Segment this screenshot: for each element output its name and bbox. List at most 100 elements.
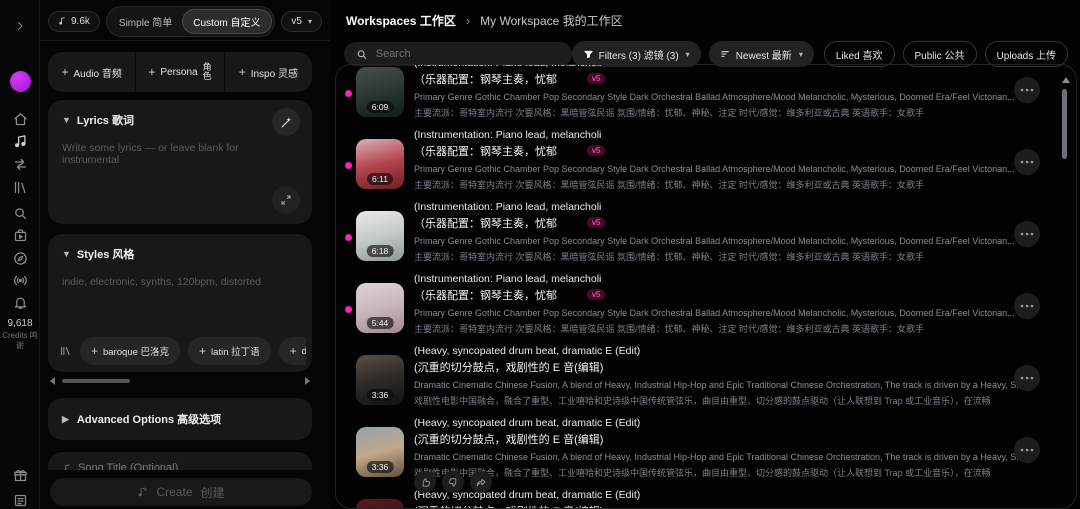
song-title-zh-line[interactable]: (沉重的切分鼓点，戏剧性的 E 音(编辑) <box>414 503 1022 508</box>
advanced-options-section[interactable]: ▶ Advanced Options 高级选项 <box>48 398 312 440</box>
lyrics-header[interactable]: ▼ Lyrics 歌词 <box>62 112 134 128</box>
song-title-en[interactable]: (Instrumentation: Piano lead, melancholi <box>414 129 1022 141</box>
scenes-icon[interactable] <box>0 157 40 172</box>
scrollbar-thumb[interactable] <box>62 379 130 383</box>
more-options-button[interactable] <box>1014 77 1040 103</box>
style-suggest-icon[interactable] <box>58 344 72 358</box>
add-inspo-button[interactable]: + Inspo 灵感 <box>225 52 312 92</box>
gift-icon[interactable] <box>0 468 40 483</box>
search-input[interactable] <box>375 48 560 60</box>
song-row[interactable]: 6:09 (Instrumentation: Piano lead, melan… <box>336 65 1076 125</box>
song-title-en[interactable]: (Instrumentation: Piano lead, melancholi <box>414 65 1022 69</box>
create-button[interactable]: Create 创建 <box>50 478 312 506</box>
plus-icon: + <box>148 65 156 79</box>
shop-icon[interactable] <box>0 228 40 243</box>
plus-icon: + <box>91 344 99 358</box>
song-title-zh: （乐器配置：钢琴主奏，忧郁 <box>414 290 557 302</box>
song-title-en[interactable]: (Instrumentation: Piano lead, melancholi <box>414 201 1022 213</box>
song-title-zh-line[interactable]: （乐器配置：钢琴主奏，忧郁 v5 <box>414 287 1022 303</box>
song-title-zh: （乐器配置：钢琴主奏，忧郁 <box>414 146 557 158</box>
chevron-right-icon: › <box>465 13 471 28</box>
song-title-zh-line[interactable]: (沉重的切分鼓点，戏剧性的 E 音(编辑) <box>414 359 1022 375</box>
song-thumbnail[interactable]: 6:09 <box>356 67 404 117</box>
list-scrollbar[interactable] <box>1062 77 1070 227</box>
share-button[interactable] <box>470 471 492 493</box>
sort-label: Newest 最新 <box>735 50 792 62</box>
song-title-zh-line[interactable]: （乐器配置：钢琴主奏，忧郁 v5 <box>414 143 1022 159</box>
song-title-en[interactable]: (Instrumentation: Piano lead, melancholi <box>414 273 1022 285</box>
uploads-label: Uploads 上传 <box>996 50 1056 62</box>
song-thumbnail[interactable]: 3:36 <box>356 427 404 477</box>
lyrics-title: Lyrics 歌词 <box>76 115 134 127</box>
song-row[interactable]: 6:18 (Instrumentation: Piano lead, melan… <box>336 197 1076 269</box>
song-title-en[interactable]: (Heavy, syncopated drum beat, dramatic E… <box>414 489 1022 501</box>
unplayed-dot <box>345 306 352 313</box>
song-desc-zh: 主要流派：哥特室内流行 次要风格：黑暗管弦民谣 氛围/情绪：忧郁、神秘、注定 时… <box>414 324 925 334</box>
left-rail: 9,618 Credits 鸣谢 <box>0 0 40 509</box>
lyrics-generate-button[interactable] <box>272 108 300 136</box>
song-desc-en: Dramatic Cinematic Chinese Fusion, A ble… <box>414 380 1022 390</box>
search-icon[interactable] <box>0 206 40 221</box>
song-thumbnail[interactable]: 5:44 <box>356 283 404 333</box>
song-title-zh: （乐器配置：钢琴主奏，忧郁 <box>414 74 557 86</box>
song-title-section[interactable]: Song Title (Optional) <box>48 452 312 470</box>
more-options-button[interactable] <box>1014 365 1040 391</box>
chips-scrollbar[interactable] <box>48 377 312 385</box>
model-version-dropdown[interactable]: v5 ▾ <box>281 10 322 32</box>
styles-title: Styles 风格 <box>76 249 135 261</box>
song-row[interactable]: 3:36 (Heavy, syncopated drum beat, drama… <box>336 341 1076 413</box>
song-thumbnail[interactable]: 6:18 <box>356 211 404 261</box>
scroll-left-arrow[interactable] <box>50 377 55 385</box>
song-thumbnail[interactable]: 6:11 <box>356 139 404 189</box>
song-title-zh-line[interactable]: （乐器配置：钢琴主奏，忧郁 v5 <box>414 215 1022 231</box>
thumbs-up-button[interactable] <box>414 471 436 493</box>
song-row[interactable]: 3:36 (Heavy, syncopated drum beat, drama… <box>336 413 1076 493</box>
style-chip-clipped[interactable]: + d <box>278 337 306 365</box>
styles-input[interactable]: indie, electronic, synths, 120bpm, disto… <box>62 276 298 288</box>
song-thumbnail[interactable] <box>356 499 404 508</box>
song-title-zh-line[interactable]: （乐器配置：钢琴主奏，忧郁 v5 <box>414 71 1022 87</box>
song-list: 6:09 (Instrumentation: Piano lead, melan… <box>336 65 1076 508</box>
filter-icon <box>584 50 593 58</box>
scrollbar-thumb[interactable] <box>1062 89 1067 159</box>
avatar[interactable] <box>10 71 31 92</box>
song-row[interactable]: 5:44 (Instrumentation: Piano lead, melan… <box>336 269 1076 341</box>
version-badge: v5 <box>587 145 606 156</box>
bell-icon[interactable] <box>0 295 40 310</box>
style-chip-baroque[interactable]: + baroque 巴洛克 <box>80 337 181 365</box>
more-options-button[interactable] <box>1014 437 1040 463</box>
styles-header[interactable]: ▼ Styles 风格 <box>62 246 134 262</box>
music-note-icon[interactable] <box>0 134 40 149</box>
more-options-button[interactable] <box>1014 221 1040 247</box>
plus-icon: + <box>289 344 297 358</box>
credits-indicator[interactable]: 9,618 Credits 鸣谢 <box>0 318 40 351</box>
panel-expand-icon[interactable] <box>0 20 40 32</box>
breadcrumb-workspaces[interactable]: Workspaces 工作区 <box>346 12 456 29</box>
song-title-zh-line[interactable]: (沉重的切分鼓点，戏剧性的 E 音(编辑) <box>414 431 1022 447</box>
song-row[interactable]: 6:11 (Instrumentation: Piano lead, melan… <box>336 125 1076 197</box>
explore-icon[interactable] <box>0 251 40 266</box>
add-persona-button[interactable]: + Persona 角 色 <box>136 52 225 92</box>
style-chip-latin[interactable]: + latin 拉丁语 <box>188 337 271 365</box>
thumbs-down-button[interactable] <box>442 471 464 493</box>
song-desc-en: Dramatic Cinematic Chinese Fusion, A ble… <box>414 452 1022 462</box>
more-options-button[interactable] <box>1014 149 1040 175</box>
radio-icon[interactable] <box>0 273 40 288</box>
add-audio-button[interactable]: + Audio 音频 <box>48 52 137 92</box>
scroll-up-arrow[interactable] <box>1062 77 1070 83</box>
search-box[interactable] <box>344 42 572 66</box>
tab-simple[interactable]: Simple 简单 <box>109 10 182 33</box>
more-options-button[interactable] <box>1014 293 1040 319</box>
changelog-icon[interactable] <box>0 493 40 508</box>
song-title-en[interactable]: (Heavy, syncopated drum beat, dramatic E… <box>414 417 1022 429</box>
breadcrumb-my-workspace[interactable]: My Workspace 我的工作区 <box>480 12 622 29</box>
library-icon[interactable] <box>0 180 40 195</box>
scroll-right-arrow[interactable] <box>305 377 310 385</box>
song-count-pill[interactable]: 9.6k <box>48 10 100 32</box>
song-thumbnail[interactable]: 3:36 <box>356 355 404 405</box>
lyrics-expand-button[interactable] <box>272 186 300 214</box>
song-title-en[interactable]: (Heavy, syncopated drum beat, dramatic E… <box>414 345 1022 357</box>
lyrics-input[interactable]: Write some lyrics — or leave blank for i… <box>62 142 298 166</box>
home-icon[interactable] <box>0 112 40 127</box>
tab-custom[interactable]: Custom 自定义 <box>182 8 272 34</box>
